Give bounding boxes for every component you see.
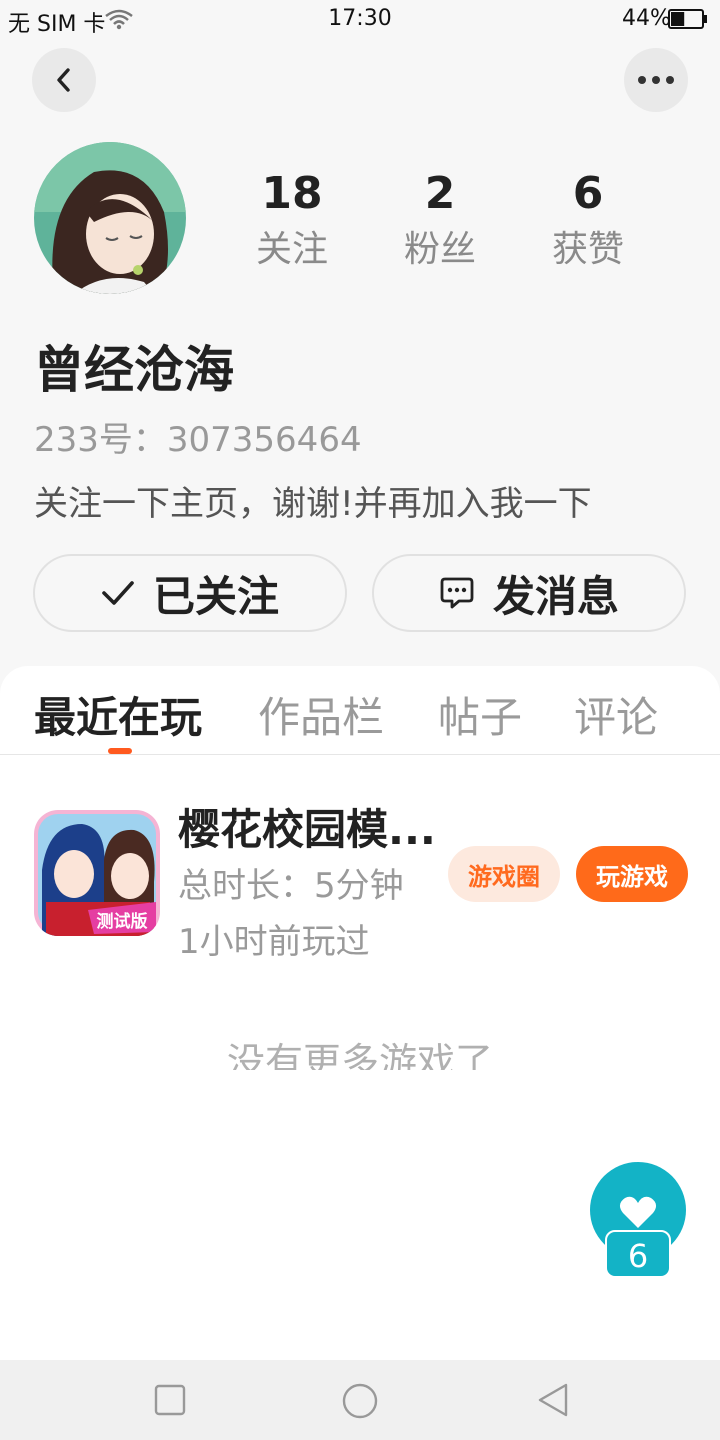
stat-likes[interactable]: 6 获赞 (518, 168, 658, 276)
tab-posts[interactable]: 帖子 (438, 684, 522, 745)
status-bar: 无 SIM 卡 17:30 44% (0, 0, 720, 40)
stat-value: 18 (261, 168, 323, 219)
clock: 17:30 (328, 6, 392, 31)
stat-label: 获赞 (551, 229, 624, 270)
more-dots-icon (638, 76, 674, 84)
tab-divider (0, 754, 720, 755)
battery-percent: 44% (622, 6, 671, 31)
user-id: 233号：307356464 (34, 420, 362, 460)
message-button[interactable]: 发消息 (372, 554, 686, 632)
tab-comments[interactable]: 评论 (574, 684, 658, 745)
home-icon[interactable] (341, 1382, 379, 1420)
stat-label: 关注 (255, 229, 328, 270)
chevron-left-icon (57, 68, 70, 92)
check-icon (102, 581, 134, 605)
chat-bubble-icon (440, 577, 474, 609)
game-circle-button[interactable]: 游戏圈 (448, 846, 560, 902)
user-bio: 关注一下主页，谢谢!并再加入我一下 (34, 484, 592, 524)
follow-button[interactable]: 已关注 (33, 554, 347, 632)
stat-value: 2 (424, 168, 456, 219)
avatar-image (34, 142, 186, 294)
game-icon[interactable]: 测试版 (34, 810, 160, 936)
stat-followers[interactable]: 2 粉丝 (370, 168, 510, 276)
heart-icon (619, 1196, 657, 1228)
stat-following[interactable]: 18 关注 (222, 168, 362, 276)
like-count: 6 (605, 1230, 671, 1278)
back-nav-icon[interactable] (536, 1382, 570, 1418)
game-icon-badge: 测试版 (97, 911, 148, 932)
stat-label: 粉丝 (403, 229, 476, 270)
username: 曾经沧海 (34, 341, 234, 399)
game-icon-art: 测试版 (34, 810, 160, 936)
game-last-played: 1小时前玩过 (178, 922, 370, 962)
system-nav-bar (0, 1360, 720, 1440)
play-game-button[interactable]: 玩游戏 (576, 846, 688, 902)
stat-value: 6 (572, 168, 604, 219)
game-title[interactable]: 樱花校园模... (178, 796, 436, 857)
tab-works[interactable]: 作品栏 (258, 684, 384, 745)
no-more-games: 没有更多游戏了 (0, 1040, 720, 1070)
message-label: 发消息 (492, 571, 619, 621)
no-more-text: 没有更多游戏了 (226, 1040, 493, 1070)
recent-apps-icon[interactable] (154, 1384, 186, 1416)
battery-icon (668, 9, 707, 29)
tab-recent-playing[interactable]: 最近在玩 (34, 684, 202, 745)
game-play-duration: 总时长：5分钟 (178, 866, 404, 906)
follow-label: 已关注 (152, 571, 279, 621)
more-button[interactable] (624, 48, 688, 112)
avatar[interactable] (34, 142, 186, 294)
back-button[interactable] (32, 48, 96, 112)
